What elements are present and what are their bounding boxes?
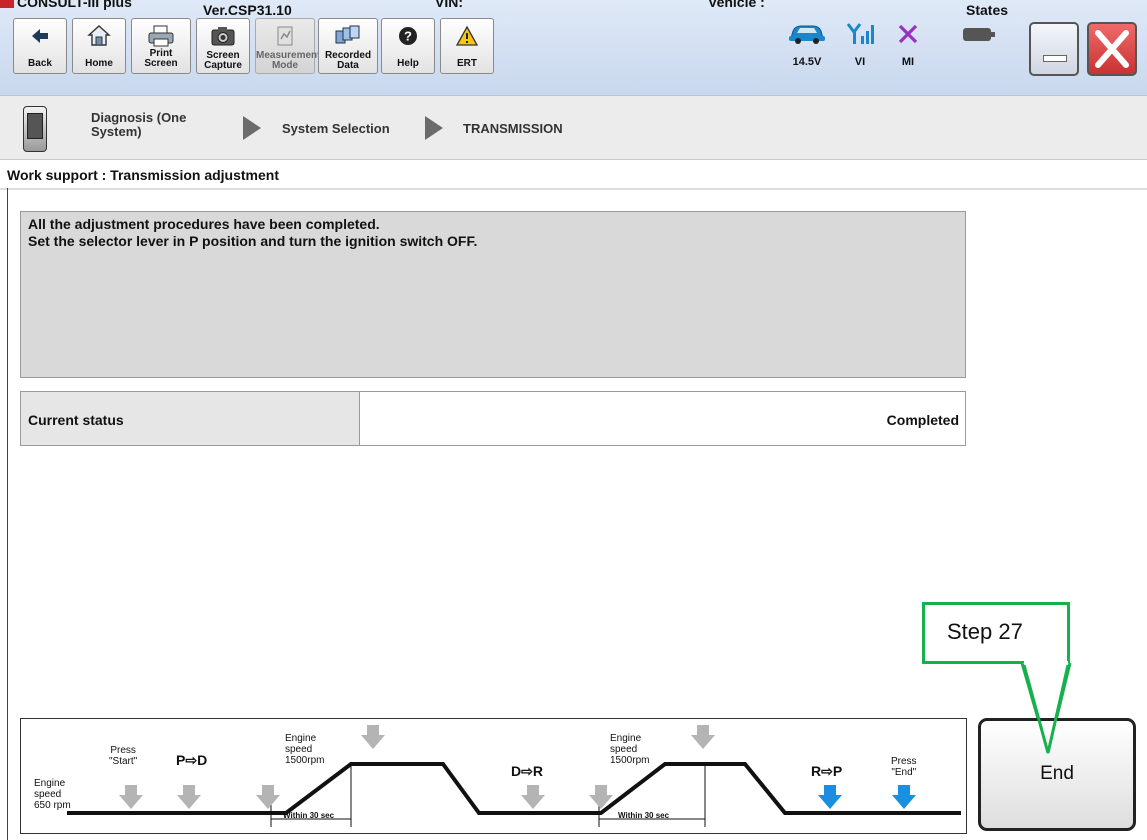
work-support-header: Work support : Transmission adjustment <box>0 160 1147 190</box>
screen-capture-button[interactable]: Screen Capture <box>196 18 250 74</box>
down-arrow-icon <box>521 785 545 809</box>
down-arrow-icon <box>119 785 143 809</box>
p-to-d-label: P⇨D <box>176 752 208 768</box>
diagnosis-device-icon <box>23 106 47 152</box>
help-icon: ? <box>382 25 434 47</box>
print-screen-button[interactable]: Print Screen <box>131 18 191 74</box>
minimize-icon <box>1043 55 1067 62</box>
page-title: Work support : Transmission adjustment <box>7 167 280 183</box>
close-button[interactable] <box>1087 22 1137 76</box>
help-button[interactable]: ? Help <box>381 18 435 74</box>
app-logo-icon <box>0 0 14 8</box>
down-arrow-icon <box>589 785 613 809</box>
d-to-r-label: D⇨R <box>511 763 543 779</box>
vi-status: VI <box>838 20 882 74</box>
recorded-data-button[interactable]: Recorded Data <box>318 18 378 74</box>
home-button[interactable]: Home <box>72 18 126 74</box>
engine-speed-650-label: Engine speed 650 rpm <box>34 778 71 811</box>
help-label: Help <box>397 58 419 69</box>
recorded-data-label: Recorded Data <box>324 50 372 71</box>
press-end-label: Press "End" <box>891 756 917 778</box>
end-button-label: End <box>1040 763 1074 784</box>
vi-label: VI <box>854 56 866 68</box>
procedure-diagram: Engine speed 650 rpm Press "Start" P⇨D Engi… <box>20 718 967 834</box>
ert-label: ERT <box>457 58 477 69</box>
close-icon <box>1089 24 1135 74</box>
current-status-row: Current status Completed <box>20 391 966 446</box>
screen-capture-label: Screen Capture <box>204 50 242 71</box>
mi-x-icon <box>886 20 930 48</box>
down-arrow-icon <box>361 725 385 749</box>
message-line-2: Set the selector lever in P position and… <box>28 233 478 249</box>
back-button[interactable]: Back <box>13 18 67 74</box>
recorded-data-icon <box>319 25 377 47</box>
current-status-value: Completed <box>886 412 959 428</box>
step-callout: Step 27 <box>922 602 1070 664</box>
battery-status <box>957 20 1001 74</box>
blue-down-arrow-icon <box>818 785 842 809</box>
home-label: Home <box>85 58 113 69</box>
mi-status: MI <box>886 20 930 74</box>
mi-label: MI <box>901 56 915 68</box>
breadcrumb-transmission: TRANSMISSION <box>463 121 563 136</box>
title-strip: CONSULT-III plus Ver.CSP31.10 VIN: Vehic… <box>0 0 1147 17</box>
breadcrumb-diagnosis[interactable]: Diagnosis (One System) <box>91 110 186 139</box>
printer-icon <box>132 25 190 47</box>
states-label: States <box>966 2 1009 17</box>
battery-voltage-status: 14.5V <box>785 20 829 74</box>
camera-icon <box>197 25 249 47</box>
r-to-p-label: R⇨P <box>811 763 843 779</box>
warning-icon <box>441 25 493 47</box>
within-30-sec-b-label: Within 30 sec <box>618 811 670 820</box>
car-battery-voltage-icon <box>785 20 829 48</box>
minimize-button[interactable] <box>1029 22 1079 76</box>
app-title: CONSULT-III plus <box>17 0 132 10</box>
print-screen-label: Print Screen <box>144 48 178 69</box>
measurement-mode-button: Measurement Mode <box>255 18 321 74</box>
current-status-label-cell: Current status <box>21 392 360 445</box>
down-arrow-icon <box>256 785 280 809</box>
measurement-icon <box>256 25 314 47</box>
breadcrumb-arrow-icon <box>425 116 443 140</box>
measurement-mode-label: Measurement Mode <box>256 50 321 71</box>
ert-button[interactable]: ERT <box>440 18 494 74</box>
home-icon <box>73 25 125 47</box>
callout-pointer-tip <box>1022 664 1070 754</box>
engine-speed-1500-a-label: Engine speed 1500rpm <box>285 733 325 766</box>
top-toolbar: CONSULT-III plus Ver.CSP31.10 VIN: Vehic… <box>0 0 1147 95</box>
left-border <box>7 188 8 840</box>
message-line-1: All the adjustment procedures have been … <box>28 216 380 232</box>
engine-speed-1500-b-label: Engine speed 1500rpm <box>610 733 650 766</box>
within-30-sec-a-label: Within 30 sec <box>283 811 335 820</box>
breadcrumb-arrow-icon <box>243 116 261 140</box>
down-arrow-icon <box>177 785 201 809</box>
breadcrumb-system-selection[interactable]: System Selection <box>282 121 390 136</box>
down-arrow-icon <box>691 725 715 749</box>
back-label: Back <box>28 58 52 69</box>
press-start-label: Press "Start" <box>109 745 138 767</box>
battery-icon <box>957 20 1001 48</box>
current-status-label: Current status <box>28 412 124 428</box>
vin-label: VIN: <box>435 0 463 10</box>
voltage-label: 14.5V <box>792 56 822 68</box>
svg-text:?: ? <box>404 29 412 44</box>
back-arrow-icon <box>14 25 66 47</box>
signal-vi-icon <box>838 20 882 48</box>
vehicle-label: Vehicle : <box>708 0 765 10</box>
blue-down-arrow-icon <box>892 785 916 809</box>
breadcrumb: Diagnosis (One System) System Selection … <box>0 95 1147 160</box>
version-label: Ver.CSP31.10 <box>203 2 292 17</box>
message-panel: All the adjustment procedures have been … <box>20 211 966 378</box>
step-callout-text: Step 27 <box>947 619 1023 644</box>
